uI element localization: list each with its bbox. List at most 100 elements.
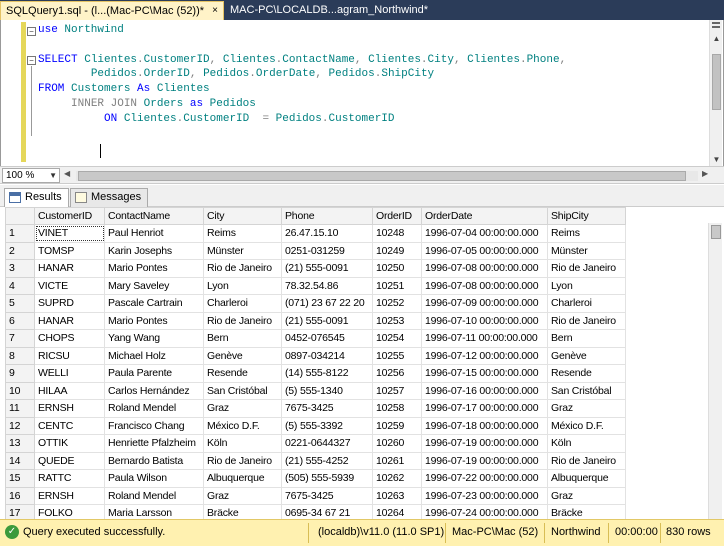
table-cell[interactable]: San Cristóbal [203,381,282,400]
table-row[interactable]: 1 VINET Paul Henriot Reims 26.47.15.10 10248 1… [5,224,626,243]
table-cell[interactable]: HANAR [34,311,105,330]
scroll-up-arrow-icon[interactable]: ▲ [710,32,723,45]
table-cell[interactable]: 10253 [372,311,422,330]
collapse-select-icon[interactable]: − [27,56,36,65]
table-row[interactable]: 3 HANAR Mario Pontes Rio de Janeiro (21) 555… [5,259,626,278]
table-cell[interactable]: 0897-034214 [281,346,373,365]
table-cell[interactable]: Lyon [547,276,626,295]
table-cell[interactable]: 1996-07-17 00:00:00.000 [421,399,548,418]
column-header[interactable]: City [203,207,282,225]
table-cell[interactable]: Charleroi [203,294,282,313]
close-tab-icon[interactable]: × [212,2,218,20]
table-cell[interactable]: 10256 [372,364,422,383]
table-cell[interactable]: CHOPS [34,329,105,348]
tab-messages[interactable]: Messages [70,188,149,207]
editor-vertical-scrollbar[interactable]: ▲ ▼ [709,20,722,166]
table-cell[interactable]: Resende [547,364,626,383]
collapse-use-icon[interactable]: − [27,27,36,36]
table-cell[interactable]: 78.32.54.86 [281,276,373,295]
table-cell[interactable]: Albuquerque [547,469,626,488]
table-cell[interactable]: 1996-07-04 00:00:00.000 [421,224,548,243]
table-cell[interactable]: (21) 555-0091 [281,259,373,278]
table-row[interactable]: 15 RATTC Paula Wilson Albuquerque (505) 555-… [5,469,626,488]
table-row[interactable]: 13 OTTIK Henriette Pfalzheim Köln 0221-06443… [5,434,626,453]
table-cell[interactable]: 10264 [372,504,422,519]
table-cell[interactable]: 10252 [372,294,422,313]
table-cell[interactable]: (14) 555-8122 [281,364,373,383]
table-cell[interactable]: Michael Holz [104,346,204,365]
code-line[interactable] [38,127,566,142]
query-editor[interactable]: − − use Northwind SELECT Clientes.Custome… [0,20,724,166]
table-cell[interactable]: Lyon [203,276,282,295]
tab-diagram-northwind[interactable]: MAC-PC\LOCALDB...agram_Northwind* [225,1,445,20]
table-cell[interactable]: 1996-07-10 00:00:00.000 [421,311,548,330]
code-line[interactable] [38,38,566,53]
table-cell[interactable]: 1996-07-16 00:00:00.000 [421,381,548,400]
table-cell[interactable]: Pascale Cartrain [104,294,204,313]
row-number[interactable]: 17 [5,504,35,519]
table-cell[interactable]: (21) 555-0091 [281,311,373,330]
table-cell[interactable]: Rio de Janeiro [547,259,626,278]
table-cell[interactable]: 1996-07-08 00:00:00.000 [421,259,548,278]
table-row[interactable]: 5 SUPRD Pascale Cartrain Charleroi (071) 23 … [5,294,626,313]
table-cell[interactable]: Roland Mendel [104,486,204,505]
table-cell[interactable]: México D.F. [547,416,626,435]
sql-code[interactable]: use Northwind SELECT Clientes.CustomerID,… [38,23,566,141]
row-number[interactable]: 9 [5,364,35,383]
table-cell[interactable]: Graz [203,486,282,505]
table-cell[interactable]: Resende [203,364,282,383]
table-cell[interactable]: (21) 555-4252 [281,451,373,470]
table-cell[interactable]: Maria Larsson [104,504,204,519]
table-cell[interactable]: 1996-07-09 00:00:00.000 [421,294,548,313]
table-cell[interactable]: 1996-07-15 00:00:00.000 [421,364,548,383]
table-cell[interactable]: 10250 [372,259,422,278]
grid-vertical-scrollbar[interactable] [708,223,722,519]
table-cell[interactable]: 10251 [372,276,422,295]
chevron-down-icon[interactable]: ▼ [49,169,57,182]
table-cell[interactable]: 26.47.15.10 [281,224,373,243]
tab-sqlquery1[interactable]: SQLQuery1.sql - (l...(Mac-PC\Mac (52))* … [0,1,224,20]
table-cell[interactable]: Reims [547,224,626,243]
table-cell[interactable]: 0221-0644327 [281,434,373,453]
table-cell[interactable]: Rio de Janeiro [203,451,282,470]
table-cell[interactable]: 10257 [372,381,422,400]
table-cell[interactable]: 10254 [372,329,422,348]
table-cell[interactable]: ERNSH [34,399,105,418]
table-cell[interactable]: Graz [547,486,626,505]
table-row[interactable]: 6 HANAR Mario Pontes Rio de Janeiro (21) 555… [5,311,626,330]
row-number[interactable]: 1 [5,224,35,243]
table-row[interactable]: 11 ERNSH Roland Mendel Graz 7675-3425 10258 19… [5,399,626,418]
table-row[interactable]: 4 VICTE Mary Saveley Lyon 78.32.54.86 10251 19… [5,276,626,295]
table-row[interactable]: 8 RICSU Michael Holz Genève 0897-034214 10255… [5,346,626,365]
row-number[interactable]: 5 [5,294,35,313]
table-cell[interactable]: (5) 555-1340 [281,381,373,400]
scroll-right-arrow-icon[interactable]: ▶ [702,169,708,178]
table-cell[interactable]: VINET [34,224,105,243]
table-cell[interactable]: Henriette Pfalzheim [104,434,204,453]
table-cell[interactable]: (505) 555-5939 [281,469,373,488]
table-cell[interactable]: 10260 [372,434,422,453]
table-cell[interactable]: Karin Josephs [104,241,204,260]
table-cell[interactable]: Mario Pontes [104,259,204,278]
zoom-dropdown[interactable]: 100 % ▼ [2,168,60,183]
table-cell[interactable]: 1996-07-24 00:00:00.000 [421,504,548,519]
code-line[interactable]: ON Clientes.CustomerID = Pedidos.Custome… [38,112,566,127]
table-row[interactable]: 17 FOLKO Maria Larsson Bräcke 0695-34 67 21 1… [5,504,626,519]
table-cell[interactable]: 0695-34 67 21 [281,504,373,519]
table-cell[interactable]: Francisco Chang [104,416,204,435]
table-cell[interactable]: Genève [547,346,626,365]
table-cell[interactable]: 1996-07-19 00:00:00.000 [421,434,548,453]
table-cell[interactable]: 1996-07-18 00:00:00.000 [421,416,548,435]
table-cell[interactable]: Mario Pontes [104,311,204,330]
table-cell[interactable]: Münster [547,241,626,260]
table-cell[interactable]: Mary Saveley [104,276,204,295]
code-line[interactable]: SELECT Clientes.CustomerID, Clientes.Con… [38,53,566,68]
row-number[interactable]: 8 [5,346,35,365]
table-cell[interactable]: RICSU [34,346,105,365]
table-cell[interactable]: Paula Parente [104,364,204,383]
table-cell[interactable]: Rio de Janeiro [547,311,626,330]
row-number[interactable]: 12 [5,416,35,435]
horizontal-scroll-thumb[interactable] [78,171,686,181]
row-number[interactable]: 10 [5,381,35,400]
table-cell[interactable]: Graz [547,399,626,418]
